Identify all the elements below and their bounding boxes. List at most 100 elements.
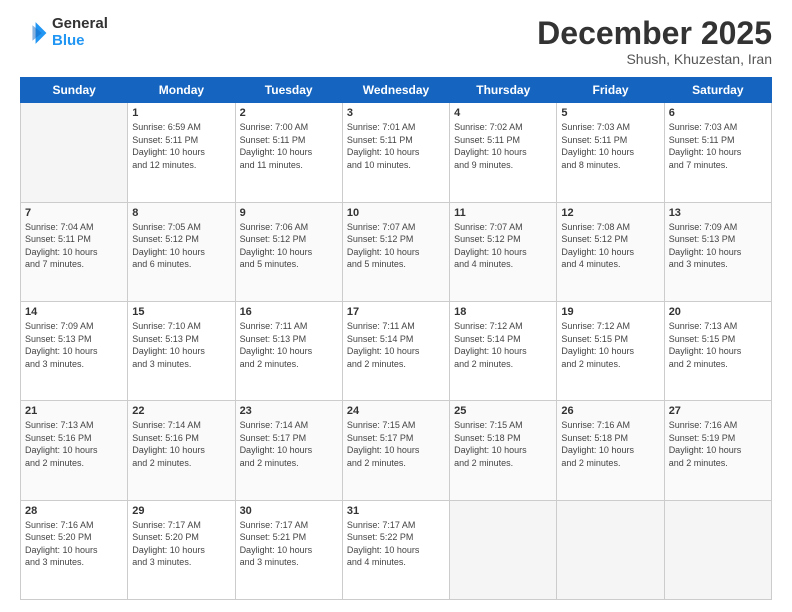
- calendar-cell: 9 Sunrise: 7:06 AMSunset: 5:12 PMDaylight…: [235, 202, 342, 301]
- day-number: 4: [454, 107, 552, 119]
- calendar-cell: 12Sunrise: 7:08 AMSunset: 5:12 PMDayligh…: [557, 202, 664, 301]
- calendar-cell: 2 Sunrise: 7:00 AMSunset: 5:11 PMDaylight…: [235, 103, 342, 202]
- calendar-day-header: Wednesday: [342, 78, 449, 103]
- day-number: 14: [25, 306, 123, 318]
- day-number: 20: [669, 306, 767, 318]
- cell-text: Sunrise: 6:59 AMSunset: 5:11 PMDaylight:…: [132, 121, 230, 171]
- logo: General Blue: [20, 16, 108, 49]
- cell-text: Sunrise: 7:15 AMSunset: 5:17 PMDaylight:…: [347, 419, 445, 469]
- calendar-cell: 15Sunrise: 7:10 AMSunset: 5:13 PMDayligh…: [128, 301, 235, 400]
- calendar-row: 7Sunrise: 7:04 AMSunset: 5:11 PMDaylight…: [21, 202, 772, 301]
- day-number: 27: [669, 405, 767, 417]
- calendar-cell: 22 Sunrise: 7:14 AMSunset: 5:16 PMDayligh…: [128, 401, 235, 500]
- calendar-cell: 6 Sunrise: 7:03 AMSunset: 5:11 PMDaylight…: [664, 103, 771, 202]
- calendar-cell: 8 Sunrise: 7:05 AMSunset: 5:12 PMDaylight…: [128, 202, 235, 301]
- cell-text: Sunrise: 7:16 AMSunset: 5:20 PMDaylight:…: [25, 519, 123, 569]
- calendar-cell: 28 Sunrise: 7:16 AMSunset: 5:20 PMDayligh…: [21, 500, 128, 599]
- cell-text: Sunrise: 7:16 AMSunset: 5:19 PMDaylight:…: [669, 419, 767, 469]
- cell-text: Sunrise: 7:11 AMSunset: 5:14 PMDaylight:…: [347, 320, 445, 370]
- cell-text: Sunrise: 7:03 AMSunset: 5:11 PMDaylight:…: [669, 121, 767, 171]
- cell-text: Sunrise: 7:17 AMSunset: 5:20 PMDaylight:…: [132, 519, 230, 569]
- day-number: 11: [454, 207, 552, 219]
- calendar-header-row: SundayMondayTuesdayWednesdayThursdayFrid…: [21, 78, 772, 103]
- day-number: 16: [240, 306, 338, 318]
- day-number: 9: [240, 207, 338, 219]
- logo-icon: [20, 19, 48, 47]
- title-block: December 2025 Shush, Khuzestan, Iran: [537, 16, 772, 67]
- cell-text: Sunrise: 7:13 AMSunset: 5:16 PMDaylight:…: [25, 419, 123, 469]
- day-number: 25: [454, 405, 552, 417]
- cell-text: Sunrise: 7:17 AMSunset: 5:22 PMDaylight:…: [347, 519, 445, 569]
- day-number: 18: [454, 306, 552, 318]
- calendar-day-header: Monday: [128, 78, 235, 103]
- calendar-cell: 1 Sunrise: 6:59 AMSunset: 5:11 PMDaylight…: [128, 103, 235, 202]
- calendar-cell: 7Sunrise: 7:04 AMSunset: 5:11 PMDaylight…: [21, 202, 128, 301]
- day-number: 17: [347, 306, 445, 318]
- day-number: 26: [561, 405, 659, 417]
- logo-text: General Blue: [52, 16, 108, 49]
- calendar-cell: 26 Sunrise: 7:16 AMSunset: 5:18 PMDayligh…: [557, 401, 664, 500]
- cell-text: Sunrise: 7:17 AMSunset: 5:21 PMDaylight:…: [240, 519, 338, 569]
- calendar-cell: 21 Sunrise: 7:13 AMSunset: 5:16 PMDayligh…: [21, 401, 128, 500]
- cell-text: Sunrise: 7:06 AMSunset: 5:12 PMDaylight:…: [240, 221, 338, 271]
- day-number: 8: [132, 207, 230, 219]
- day-number: 15: [132, 306, 230, 318]
- cell-text: Sunrise: 7:01 AMSunset: 5:11 PMDaylight:…: [347, 121, 445, 171]
- day-number: 6: [669, 107, 767, 119]
- day-number: 31: [347, 505, 445, 517]
- cell-text: Sunrise: 7:15 AMSunset: 5:18 PMDaylight:…: [454, 419, 552, 469]
- calendar-cell: 25 Sunrise: 7:15 AMSunset: 5:18 PMDayligh…: [450, 401, 557, 500]
- calendar-cell: 30Sunrise: 7:17 AMSunset: 5:21 PMDayligh…: [235, 500, 342, 599]
- calendar-cell: 27 Sunrise: 7:16 AMSunset: 5:19 PMDayligh…: [664, 401, 771, 500]
- day-number: 1: [132, 107, 230, 119]
- cell-text: Sunrise: 7:00 AMSunset: 5:11 PMDaylight:…: [240, 121, 338, 171]
- calendar-cell: 14Sunrise: 7:09 AMSunset: 5:13 PMDayligh…: [21, 301, 128, 400]
- calendar-cell: [664, 500, 771, 599]
- day-number: 10: [347, 207, 445, 219]
- calendar-cell: 10Sunrise: 7:07 AMSunset: 5:12 PMDayligh…: [342, 202, 449, 301]
- cell-text: Sunrise: 7:12 AMSunset: 5:14 PMDaylight:…: [454, 320, 552, 370]
- calendar-cell: 19 Sunrise: 7:12 AMSunset: 5:15 PMDayligh…: [557, 301, 664, 400]
- cell-text: Sunrise: 7:09 AMSunset: 5:13 PMDaylight:…: [669, 221, 767, 271]
- calendar-row: 1 Sunrise: 6:59 AMSunset: 5:11 PMDaylight…: [21, 103, 772, 202]
- calendar-cell: 24 Sunrise: 7:15 AMSunset: 5:17 PMDayligh…: [342, 401, 449, 500]
- cell-text: Sunrise: 7:12 AMSunset: 5:15 PMDaylight:…: [561, 320, 659, 370]
- calendar-cell: 3 Sunrise: 7:01 AMSunset: 5:11 PMDaylight…: [342, 103, 449, 202]
- day-number: 21: [25, 405, 123, 417]
- calendar-cell: 4 Sunrise: 7:02 AMSunset: 5:11 PMDaylight…: [450, 103, 557, 202]
- cell-text: Sunrise: 7:08 AMSunset: 5:12 PMDaylight:…: [561, 221, 659, 271]
- logo-blue: Blue: [52, 33, 108, 50]
- calendar-row: 14Sunrise: 7:09 AMSunset: 5:13 PMDayligh…: [21, 301, 772, 400]
- subtitle: Shush, Khuzestan, Iran: [537, 51, 772, 67]
- calendar-cell: 13 Sunrise: 7:09 AMSunset: 5:13 PMDayligh…: [664, 202, 771, 301]
- month-title: December 2025: [537, 16, 772, 51]
- day-number: 3: [347, 107, 445, 119]
- calendar-cell: 29 Sunrise: 7:17 AMSunset: 5:20 PMDayligh…: [128, 500, 235, 599]
- cell-text: Sunrise: 7:16 AMSunset: 5:18 PMDaylight:…: [561, 419, 659, 469]
- calendar-cell: [450, 500, 557, 599]
- cell-text: Sunrise: 7:05 AMSunset: 5:12 PMDaylight:…: [132, 221, 230, 271]
- cell-text: Sunrise: 7:02 AMSunset: 5:11 PMDaylight:…: [454, 121, 552, 171]
- cell-text: Sunrise: 7:03 AMSunset: 5:11 PMDaylight:…: [561, 121, 659, 171]
- day-number: 7: [25, 207, 123, 219]
- day-number: 13: [669, 207, 767, 219]
- calendar-cell: 18 Sunrise: 7:12 AMSunset: 5:14 PMDayligh…: [450, 301, 557, 400]
- calendar-day-header: Friday: [557, 78, 664, 103]
- calendar-cell: 16Sunrise: 7:11 AMSunset: 5:13 PMDayligh…: [235, 301, 342, 400]
- calendar-cell: 5Sunrise: 7:03 AMSunset: 5:11 PMDaylight…: [557, 103, 664, 202]
- calendar-cell: 31 Sunrise: 7:17 AMSunset: 5:22 PMDayligh…: [342, 500, 449, 599]
- calendar-day-header: Saturday: [664, 78, 771, 103]
- calendar-day-header: Thursday: [450, 78, 557, 103]
- calendar-cell: 17 Sunrise: 7:11 AMSunset: 5:14 PMDayligh…: [342, 301, 449, 400]
- calendar-cell: 11Sunrise: 7:07 AMSunset: 5:12 PMDayligh…: [450, 202, 557, 301]
- calendar-table: SundayMondayTuesdayWednesdayThursdayFrid…: [20, 77, 772, 600]
- day-number: 24: [347, 405, 445, 417]
- cell-text: Sunrise: 7:13 AMSunset: 5:15 PMDaylight:…: [669, 320, 767, 370]
- day-number: 28: [25, 505, 123, 517]
- header: General Blue December 2025 Shush, Khuzes…: [20, 16, 772, 67]
- day-number: 22: [132, 405, 230, 417]
- day-number: 19: [561, 306, 659, 318]
- cell-text: Sunrise: 7:14 AMSunset: 5:16 PMDaylight:…: [132, 419, 230, 469]
- day-number: 29: [132, 505, 230, 517]
- day-number: 2: [240, 107, 338, 119]
